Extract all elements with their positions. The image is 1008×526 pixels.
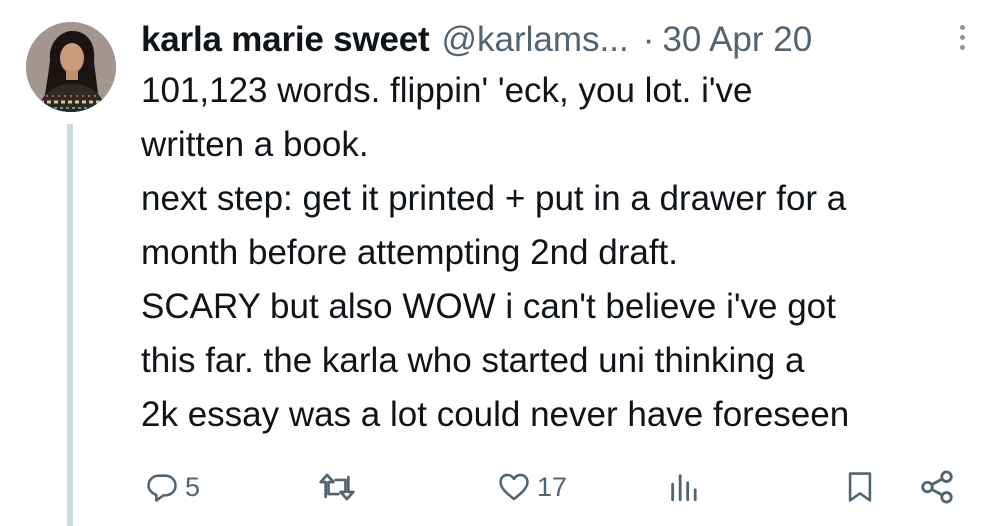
tweet-text-line: written a book. bbox=[141, 125, 369, 164]
bookmark-icon bbox=[848, 472, 872, 502]
tweet-text: 101,123 words. flippin' 'eck, you lot. i… bbox=[141, 64, 991, 442]
reply-count: 5 bbox=[185, 471, 201, 502]
separator-dot: · bbox=[642, 20, 655, 59]
tweet-date[interactable]: 30 Apr 20 bbox=[662, 20, 812, 60]
tweet-text-line: 2k essay was a lot could never have fore… bbox=[141, 395, 850, 434]
tweet-text-line: this far. the karla who started uni thin… bbox=[141, 341, 805, 380]
heart-icon bbox=[499, 473, 529, 501]
tweet-header: karla marie sweet @karlams... · 30 Apr 2… bbox=[141, 14, 812, 66]
author-handle[interactable]: @karlams... bbox=[441, 20, 628, 60]
tweet-actions-bar: 5 17 bbox=[141, 462, 971, 512]
like-button[interactable]: 17 bbox=[497, 462, 567, 512]
retweet-icon bbox=[319, 473, 355, 501]
retweet-button[interactable] bbox=[317, 462, 363, 512]
tweet-text-line: SCARY but also WOW i can't believe i've … bbox=[141, 287, 836, 326]
reply-bubble-icon bbox=[147, 474, 177, 502]
bookmark-button[interactable] bbox=[843, 462, 877, 512]
thread-connector-line bbox=[67, 124, 73, 526]
like-count: 17 bbox=[537, 471, 568, 502]
tweet-text-line: month before attempting 2nd draft. bbox=[141, 233, 678, 272]
avatar[interactable] bbox=[26, 22, 116, 112]
avatar-image bbox=[26, 22, 116, 112]
tweet-text-line: 101,123 words. flippin' 'eck, you lot. i… bbox=[141, 71, 753, 110]
tweet[interactable]: karla marie sweet @karlams... · 30 Apr 2… bbox=[0, 0, 1008, 526]
author-name[interactable]: karla marie sweet bbox=[141, 20, 430, 60]
reply-button[interactable]: 5 bbox=[145, 462, 200, 512]
more-options-button[interactable] bbox=[950, 22, 974, 58]
bar-chart-icon bbox=[671, 474, 697, 502]
share-icon bbox=[921, 470, 953, 504]
views-button[interactable] bbox=[667, 462, 707, 512]
more-vertical-icon bbox=[959, 25, 965, 30]
share-button[interactable] bbox=[917, 462, 957, 512]
tweet-text-line: next step: get it printed + put in a dra… bbox=[141, 179, 847, 218]
